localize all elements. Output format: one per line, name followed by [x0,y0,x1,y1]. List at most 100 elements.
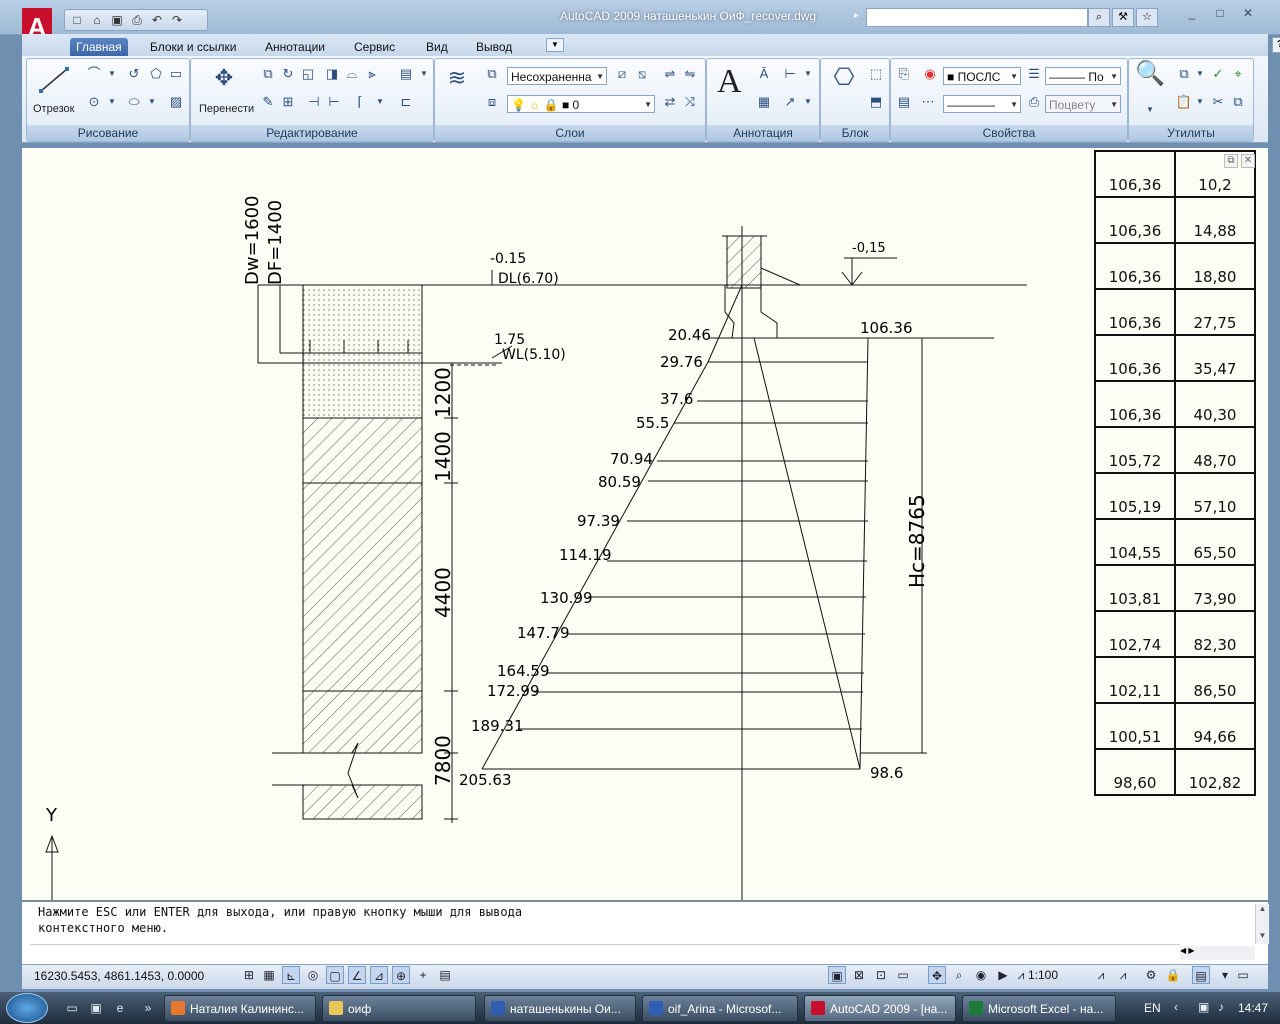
cut-icon[interactable]: ✂ [1209,93,1227,111]
ellipse-icon[interactable]: ⬭ [125,93,143,111]
polyline-dropdown-icon[interactable]: ▼ [103,65,121,83]
panel-annotation-title[interactable]: Аннотация [707,125,819,141]
rotate-icon[interactable]: ↻ [279,65,297,83]
offset-icon[interactable]: ⌈ [351,93,369,111]
cursor-coordinates[interactable]: 16230.5453, 4861.1453, 0.0000 [34,969,204,983]
communication-icon[interactable]: ⚒ [1112,8,1134,27]
layout2-icon[interactable]: ⊡ [872,966,890,984]
annotation-scale-value[interactable]: 1:100 [1028,968,1058,982]
copy-icon[interactable]: ⧉ [259,65,277,83]
explode-icon[interactable]: ⊞ [279,93,297,111]
command-input[interactable] [30,944,1180,945]
clean-screen-icon[interactable]: ▭ [1234,966,1252,984]
tab-view[interactable]: Вид [420,38,454,56]
insert-block-icon[interactable]: ⎔ [829,66,859,99]
close-button[interactable]: ✕ [1236,4,1260,22]
array-icon[interactable]: ▤ [397,65,415,83]
tab-output[interactable]: Вывод [470,38,518,56]
extend-icon[interactable]: ⊢ [325,93,343,111]
linetype-select[interactable]: ——— По ▼ [1045,67,1121,85]
infocenter-search-input[interactable] [866,8,1088,27]
leader-icon[interactable]: ↗ [781,93,799,111]
autoscale-icon[interactable]: ⩘ [1114,966,1132,984]
stretch-icon[interactable]: ◨ [323,65,341,83]
osnap-toggle-icon[interactable]: ▢ [326,966,344,984]
copy-clip-icon[interactable]: ⧉ [1229,93,1247,111]
table-icon[interactable]: ▦ [755,93,773,111]
edit-block-icon[interactable]: ⬒ [867,93,885,111]
workspace-icon[interactable]: ⚙ [1142,966,1160,984]
panel-block-title[interactable]: Блок [821,125,889,141]
plotstyle-select[interactable]: Поцвету ▼ [1045,95,1121,113]
layer-freeze-icon[interactable]: ⧈ [483,93,501,111]
fillet-icon[interactable]: ⌓ [343,65,361,83]
layer-off-icon[interactable]: ⇋ [681,65,699,83]
list-icon[interactable]: ▤ [895,93,913,111]
layer-walk-icon[interactable]: ⇄ [661,93,679,111]
clock[interactable]: 14:47 [1238,1001,1268,1015]
arc-icon[interactable]: ↺ [125,65,143,83]
polar-toggle-icon[interactable]: ◎ [304,966,322,984]
layer-match-icon[interactable]: ⇌ [661,65,679,83]
language-indicator[interactable]: EN [1144,1001,1161,1015]
lineweight-select[interactable]: ———— ▼ [943,95,1021,113]
drawing-canvas[interactable]: Dw=1600 DF=1400 -0.15 DL(6.70) 1.75 WL(5… [22,148,1268,900]
layer-properties-icon[interactable]: ≋ [443,67,471,97]
undo-icon[interactable]: ↶ [149,12,165,28]
panel-layers-title[interactable]: Слои [435,125,705,141]
quick-view-icon[interactable]: ▭ [894,966,912,984]
ellipse-dropdown-icon[interactable]: ▼ [143,93,161,111]
tab-tools[interactable]: Сервис [348,38,401,56]
plotstyle-icon[interactable]: ⎙ [1025,93,1043,111]
tab-blocks-references[interactable]: Блоки и ссылки [144,38,242,56]
color-wheel-icon[interactable]: ◉ [921,65,939,83]
print-icon[interactable]: ⎙ [129,12,145,28]
layer-unisolate-icon[interactable]: ⧅ [633,65,651,83]
trim-icon[interactable]: ⊣ [305,93,323,111]
polygon-icon[interactable]: ⬠ [147,65,165,83]
taskbar-item-2[interactable]: оиф [322,995,476,1022]
linetype-scale-icon[interactable]: ⋯ [919,93,937,111]
save-icon[interactable]: ▣ [109,12,125,28]
taskbar-item-1[interactable]: Наталия Калининс... [164,995,316,1022]
maximize-button[interactable]: □ [1208,4,1232,22]
panel-draw-title[interactable]: Рисование [27,125,189,141]
quick-select-dropdown-icon[interactable]: ▼ [1191,65,1209,83]
qp-toggle-icon[interactable]: ▤ [436,966,454,984]
line-icon[interactable] [37,65,71,95]
join-icon[interactable]: ⊏ [397,93,415,111]
pan-icon[interactable]: ✥ [928,966,946,984]
leader-dropdown-icon[interactable]: ▼ [799,93,817,111]
ducs-toggle-icon[interactable]: ⊿ [370,966,388,984]
status-menu-icon[interactable]: ▾ [1216,966,1234,984]
text-icon[interactable]: A [717,63,742,101]
paste-dropdown-icon[interactable]: ▼ [1191,93,1209,111]
panel-properties-title[interactable]: Свойства [891,125,1127,141]
volume-icon[interactable]: ♪ [1218,1000,1224,1014]
tray-expand-icon[interactable]: ‹ [1174,1000,1178,1014]
taskbar-item-3[interactable]: наташенькины Ои... [484,995,636,1022]
create-block-icon[interactable]: ⬚ [867,65,885,83]
ortho-toggle-icon[interactable]: ⊾ [282,966,300,984]
favorites-icon[interactable]: ☆ [1136,8,1158,27]
viewport-restore-icon[interactable]: ⧉ [1224,154,1238,168]
circle-dropdown-icon[interactable]: ▼ [103,93,121,111]
taskbar-item-4[interactable]: oif_Arina - Microsof... [642,995,798,1022]
array-dropdown-icon[interactable]: ▼ [415,65,433,83]
multiline-text-icon[interactable]: Ā [755,65,773,83]
id-point-icon[interactable]: ⌖ [1229,65,1247,83]
snap-toggle-icon[interactable]: ⊞ [240,966,258,984]
steering-wheel-icon[interactable]: ◉ [972,966,990,984]
zoom-icon[interactable]: 🔍 [1135,62,1165,95]
dimension-dropdown-icon[interactable]: ▼ [799,65,817,83]
toolbar-lock-icon[interactable]: 🔒 [1164,966,1182,984]
dyn-toggle-icon[interactable]: ⊕ [392,966,410,984]
switch-windows-icon[interactable]: ▣ [88,1000,104,1016]
move-button-label[interactable]: Перенести [199,103,254,115]
annotation-visibility-icon[interactable]: ⩘ [1092,966,1110,984]
erase-icon[interactable]: ✎ [259,93,277,111]
taskbar-item-5[interactable]: AutoCAD 2009 - [на... [804,995,956,1022]
layer-state-select[interactable]: Несохраненна ▼ [507,67,607,85]
line-button-label[interactable]: Отрезок [33,103,74,115]
layer-merge-icon[interactable]: ⤨ [681,93,699,111]
